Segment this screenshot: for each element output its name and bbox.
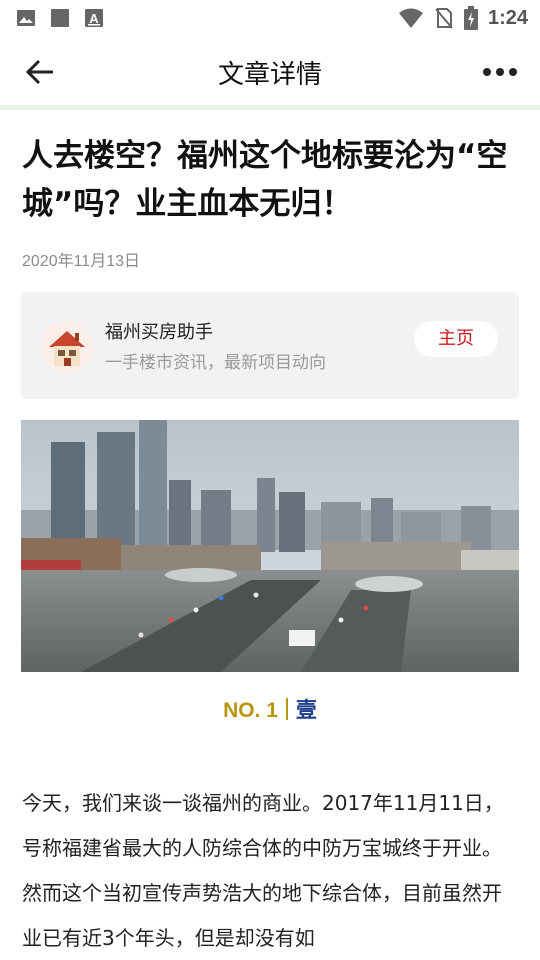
article-date: 2020年11月13日 (22, 253, 141, 270)
section-number: NO. 1 (223, 699, 278, 722)
image-icon (17, 10, 35, 26)
author-card[interactable]: 福州买房助手 一手楼市资讯，最新项目动向 主页 (21, 292, 519, 399)
battery-icon (463, 6, 478, 30)
status-bar: A 1:24 (0, 0, 540, 36)
author-description: 一手楼市资讯，最新项目动向 (105, 353, 326, 373)
no-sim-icon (435, 8, 453, 29)
status-time: 1:24 (487, 6, 528, 29)
article-body-paragraph: 今天，我们来谈一谈福州的商业。2017年11月11日，号称福建省最大的人防综合体… (22, 791, 504, 950)
avatar[interactable] (41, 321, 93, 373)
nav-divider (0, 105, 540, 110)
nav-bar: 文章详情 (0, 36, 540, 108)
author-name: 福州买房助手 (105, 322, 213, 343)
a-letter-icon: A (85, 9, 103, 27)
svg-text:A: A (89, 11, 99, 26)
status-right: 1:24 (398, 6, 528, 30)
article-cover-image[interactable] (21, 420, 519, 672)
page-title: 文章详情 (217, 60, 322, 90)
city-skyline-image (21, 420, 519, 672)
wifi-icon (398, 8, 423, 28)
author-home-button[interactable]: 主页 (414, 321, 498, 357)
section-divider (285, 698, 288, 720)
article-title: 人去楼空？福州这个地标要沦为“空城”吗？业主血本无归！ (22, 138, 508, 222)
section-chinese-number: 壹 (295, 698, 317, 722)
more-dots-icon[interactable] (482, 58, 518, 86)
square-icon (51, 9, 69, 27)
status-left-icons: A (16, 8, 104, 28)
section-heading: NO. 1 壹 (0, 694, 540, 724)
house-avatar-icon (41, 321, 93, 373)
